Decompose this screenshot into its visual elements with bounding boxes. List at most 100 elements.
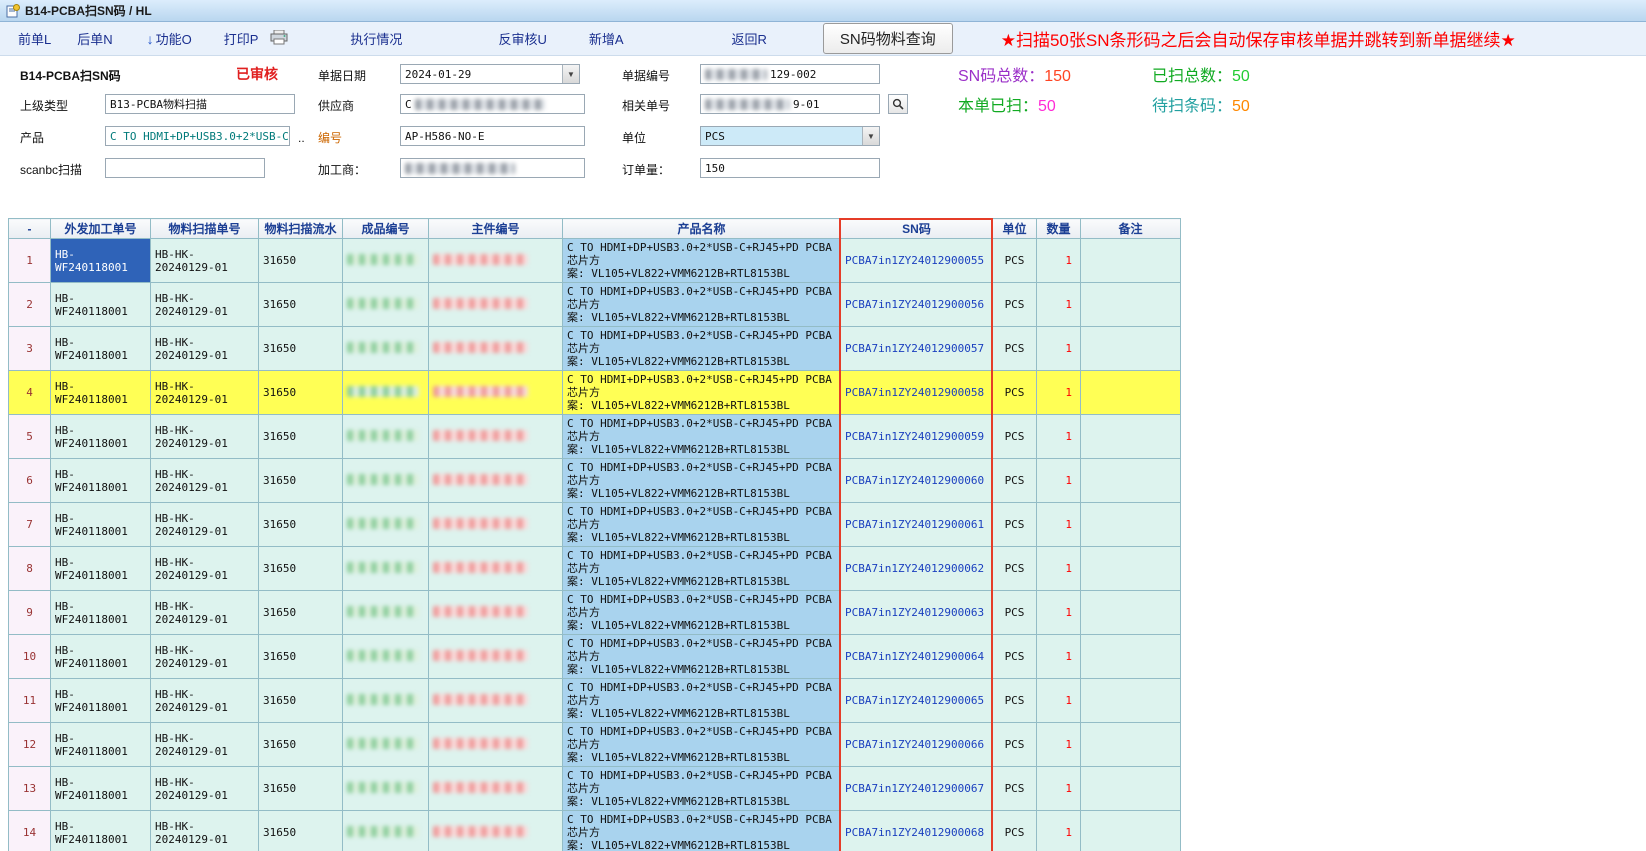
- col-header-remark[interactable]: 备注: [1081, 219, 1181, 239]
- cell-qty[interactable]: 1: [1037, 239, 1081, 283]
- toolbar-unaudit[interactable]: 反审核U: [498, 29, 546, 48]
- search-icon-button[interactable]: [888, 94, 908, 114]
- col-header-product-name[interactable]: 产品名称: [563, 219, 841, 239]
- supplier-field[interactable]: C: [400, 94, 585, 114]
- cell-sn-code[interactable]: PCBA7in1ZY24012900059: [841, 415, 993, 459]
- cell-finished-code[interactable]: [343, 459, 429, 503]
- parent-type-field[interactable]: B13-PCBA物料扫描: [105, 94, 295, 114]
- row-number[interactable]: 11: [9, 679, 51, 723]
- cell-scan-order[interactable]: HB-HK-20240129-01: [151, 679, 259, 723]
- scanbc-input[interactable]: [105, 158, 265, 178]
- row-number[interactable]: 10: [9, 635, 51, 679]
- table-row[interactable]: 5 HB-WF240118001 HB-HK-20240129-01 31650…: [9, 415, 1181, 459]
- toolbar-functions-menu[interactable]: 功能O: [156, 29, 192, 48]
- cell-remark[interactable]: [1081, 503, 1181, 547]
- cell-product-name[interactable]: C TO HDMI+DP+USB3.0+2*USB-C+RJ45+PD PCBA…: [563, 547, 841, 591]
- cell-finished-code[interactable]: [343, 679, 429, 723]
- table-row[interactable]: 4 HB-WF240118001 HB-HK-20240129-01 31650…: [9, 371, 1181, 415]
- col-header-qty[interactable]: 数量: [1037, 219, 1081, 239]
- cell-main-code[interactable]: [429, 239, 563, 283]
- cell-sn-code[interactable]: PCBA7in1ZY24012900065: [841, 679, 993, 723]
- col-header-main-code[interactable]: 主件编号: [429, 219, 563, 239]
- cell-finished-code[interactable]: [343, 415, 429, 459]
- cell-finished-code[interactable]: [343, 811, 429, 851]
- cell-scan-serial[interactable]: 31650: [259, 635, 343, 679]
- cell-scan-order[interactable]: HB-HK-20240129-01: [151, 371, 259, 415]
- cell-scan-serial[interactable]: 31650: [259, 547, 343, 591]
- toolbar-add-new[interactable]: 新增A: [589, 29, 624, 48]
- cell-qty[interactable]: 1: [1037, 811, 1081, 851]
- cell-qty[interactable]: 1: [1037, 591, 1081, 635]
- col-header-scan-serial[interactable]: 物料扫描流水: [259, 219, 343, 239]
- cell-main-code[interactable]: [429, 591, 563, 635]
- cell-wf-order[interactable]: HB-WF240118001: [51, 283, 151, 327]
- row-number[interactable]: 7: [9, 503, 51, 547]
- cell-finished-code[interactable]: [343, 239, 429, 283]
- cell-finished-code[interactable]: [343, 723, 429, 767]
- cell-scan-serial[interactable]: 31650: [259, 327, 343, 371]
- toolbar-print[interactable]: 打印P: [224, 29, 259, 48]
- cell-unit[interactable]: PCS: [993, 503, 1037, 547]
- cell-unit[interactable]: PCS: [993, 679, 1037, 723]
- cell-main-code[interactable]: [429, 723, 563, 767]
- cell-product-name[interactable]: C TO HDMI+DP+USB3.0+2*USB-C+RJ45+PD PCBA…: [563, 591, 841, 635]
- cell-unit[interactable]: PCS: [993, 371, 1037, 415]
- row-number[interactable]: 3: [9, 327, 51, 371]
- cell-wf-order[interactable]: HB-WF240118001: [51, 811, 151, 851]
- cell-scan-order[interactable]: HB-HK-20240129-01: [151, 811, 259, 851]
- table-row[interactable]: 12 HB-WF240118001 HB-HK-20240129-01 3165…: [9, 723, 1181, 767]
- product-combo[interactable]: C TO HDMI+DP+USB3.0+2*USB-C+ ▼: [105, 126, 290, 146]
- cell-finished-code[interactable]: [343, 547, 429, 591]
- cell-scan-serial[interactable]: 31650: [259, 239, 343, 283]
- cell-scan-order[interactable]: HB-HK-20240129-01: [151, 503, 259, 547]
- cell-scan-serial[interactable]: 31650: [259, 283, 343, 327]
- cell-product-name[interactable]: C TO HDMI+DP+USB3.0+2*USB-C+RJ45+PD PCBA…: [563, 635, 841, 679]
- col-header-sn[interactable]: SN码: [841, 219, 993, 239]
- cell-unit[interactable]: PCS: [993, 811, 1037, 851]
- toolbar-exec-status[interactable]: 执行情况: [350, 29, 402, 48]
- cell-wf-order[interactable]: HB-WF240118001: [51, 327, 151, 371]
- row-number[interactable]: 8: [9, 547, 51, 591]
- cell-scan-serial[interactable]: 31650: [259, 459, 343, 503]
- cell-unit[interactable]: PCS: [993, 239, 1037, 283]
- cell-sn-code[interactable]: PCBA7in1ZY24012900058: [841, 371, 993, 415]
- processor-field[interactable]: [400, 158, 585, 178]
- cell-scan-serial[interactable]: 31650: [259, 723, 343, 767]
- cell-sn-code[interactable]: PCBA7in1ZY24012900060: [841, 459, 993, 503]
- cell-finished-code[interactable]: [343, 327, 429, 371]
- cell-product-name[interactable]: C TO HDMI+DP+USB3.0+2*USB-C+RJ45+PD PCBA…: [563, 723, 841, 767]
- cell-unit[interactable]: PCS: [993, 415, 1037, 459]
- row-number[interactable]: 14: [9, 811, 51, 851]
- cell-remark[interactable]: [1081, 767, 1181, 811]
- order-qty-field[interactable]: 150: [700, 158, 880, 178]
- cell-scan-serial[interactable]: 31650: [259, 591, 343, 635]
- cell-scan-serial[interactable]: 31650: [259, 679, 343, 723]
- cell-scan-order[interactable]: HB-HK-20240129-01: [151, 547, 259, 591]
- cell-unit[interactable]: PCS: [993, 723, 1037, 767]
- cell-sn-code[interactable]: PCBA7in1ZY24012900062: [841, 547, 993, 591]
- table-row[interactable]: 10 HB-WF240118001 HB-HK-20240129-01 3165…: [9, 635, 1181, 679]
- cell-qty[interactable]: 1: [1037, 327, 1081, 371]
- cell-sn-code[interactable]: PCBA7in1ZY24012900057: [841, 327, 993, 371]
- cell-main-code[interactable]: [429, 503, 563, 547]
- cell-finished-code[interactable]: [343, 767, 429, 811]
- table-row[interactable]: 1 HB-WF240118001 HB-HK-20240129-01 31650…: [9, 239, 1181, 283]
- cell-finished-code[interactable]: [343, 635, 429, 679]
- cell-qty[interactable]: 1: [1037, 415, 1081, 459]
- table-row[interactable]: 9 HB-WF240118001 HB-HK-20240129-01 31650…: [9, 591, 1181, 635]
- cell-wf-order[interactable]: HB-WF240118001: [51, 415, 151, 459]
- cell-remark[interactable]: [1081, 547, 1181, 591]
- table-row[interactable]: 7 HB-WF240118001 HB-HK-20240129-01 31650…: [9, 503, 1181, 547]
- cell-wf-order[interactable]: HB-WF240118001: [51, 635, 151, 679]
- unit-combo[interactable]: PCS ▼: [700, 126, 880, 146]
- col-header-index[interactable]: -: [9, 219, 51, 239]
- cell-wf-order[interactable]: HB-WF240118001: [51, 239, 151, 283]
- cell-qty[interactable]: 1: [1037, 503, 1081, 547]
- cell-remark[interactable]: [1081, 635, 1181, 679]
- cell-scan-order[interactable]: HB-HK-20240129-01: [151, 283, 259, 327]
- cell-scan-serial[interactable]: 31650: [259, 415, 343, 459]
- cell-qty[interactable]: 1: [1037, 547, 1081, 591]
- cell-wf-order[interactable]: HB-WF240118001: [51, 459, 151, 503]
- row-number[interactable]: 1: [9, 239, 51, 283]
- cell-main-code[interactable]: [429, 547, 563, 591]
